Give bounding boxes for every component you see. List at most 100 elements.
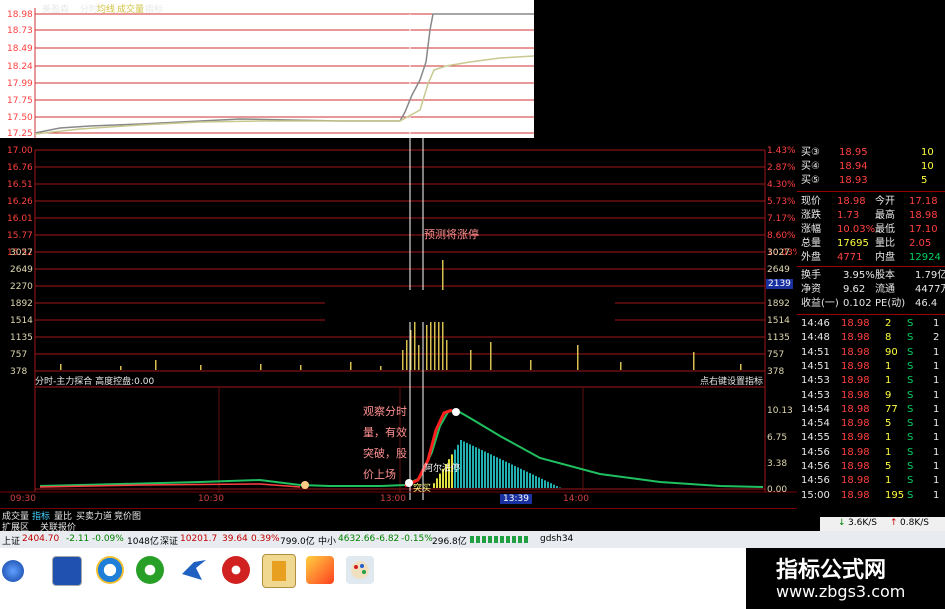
- watermark-url: www.zbgs3.com: [776, 582, 906, 601]
- zx-index-change: -6.82: [376, 534, 400, 544]
- percent-tick: 4.30%: [767, 180, 796, 190]
- volume-tick-right: 1892: [767, 299, 790, 309]
- volume-bar: [470, 350, 472, 370]
- tick-price: 18.98: [841, 461, 870, 472]
- tab-indicator[interactable]: 指标: [145, 2, 163, 15]
- tab-volume[interactable]: 成交量: [117, 2, 144, 15]
- signal-dot: [452, 408, 460, 416]
- volume-tick-right: 757: [767, 350, 785, 360]
- indicator-settings[interactable]: 点右键设置指标: [700, 374, 763, 387]
- price-tick: 18.98: [7, 10, 33, 20]
- sh-index-pct: -0.09%: [92, 534, 124, 544]
- zx-index-value: 4632.66: [338, 534, 376, 544]
- bid-row: 买④ 18.94 10: [797, 160, 945, 173]
- tick-row: 14:56 18.98 1 S 1: [797, 446, 945, 459]
- tick-direction: S: [907, 375, 914, 387]
- swallow-icon: [182, 560, 206, 580]
- sh-index-value: 2404.70: [22, 534, 60, 544]
- stat-value: 10.03%: [837, 224, 876, 235]
- note-line: 突破，股: [363, 447, 407, 460]
- volume-cursor-value: 2139: [766, 279, 793, 289]
- stat-key: 今开: [875, 196, 895, 207]
- tick-count: 1: [933, 318, 940, 329]
- tick-volume: 9: [885, 389, 892, 401]
- stat-key: PE(动): [875, 298, 906, 309]
- indicator-bar: [433, 483, 435, 488]
- indicator-bar: [547, 481, 549, 488]
- tick-price: 18.98: [841, 403, 870, 415]
- percent-tick: 2.87%: [767, 163, 796, 173]
- indicator-bar: [556, 486, 558, 488]
- indicator-bar: [541, 478, 543, 488]
- tick-direction: S: [907, 475, 914, 487]
- volume-bar: [446, 340, 448, 370]
- stat-value: 17695: [837, 238, 869, 249]
- tick-direction: S: [907, 418, 914, 430]
- tick-price: 18.98: [841, 432, 870, 444]
- quote-panel: 买③ 18.95 10 买④ 18.94 10 买⑤ 18.93 5 现价 18.98 今开 17.18…: [797, 136, 945, 511]
- price-tick: 17.25: [7, 129, 33, 139]
- tick-price: 18.98: [841, 332, 870, 344]
- ie-browser-icon[interactable]: [96, 556, 124, 584]
- price-tick: 16.01: [7, 214, 33, 224]
- bid-price: 18.94: [839, 161, 868, 172]
- indicator-bar: [478, 448, 480, 488]
- percent-tick: 7.17%: [767, 214, 796, 224]
- indicator-bar: [544, 480, 546, 488]
- stock-app-icon[interactable]: [262, 554, 296, 588]
- stat-value: 1.79亿: [915, 270, 945, 281]
- panel-separator: [0, 138, 797, 140]
- volume-bar: [402, 350, 404, 370]
- indicator-bar: [514, 465, 516, 488]
- sz-index-change: 39.64: [222, 534, 248, 544]
- divider: [797, 266, 945, 267]
- indicator-tick: 0.00: [767, 485, 788, 495]
- indicator-bar: [475, 447, 477, 488]
- volume-bar: [577, 345, 579, 370]
- signal-label: 阿尔法停: [424, 464, 461, 474]
- indicator-bar: [535, 476, 537, 488]
- sz-index-amount: 799.0亿: [280, 537, 315, 547]
- tick-volume: 195: [885, 489, 905, 501]
- tick-direction: S: [907, 403, 914, 415]
- stat-value: 12924: [909, 252, 941, 263]
- trading-app-icon[interactable]: [306, 556, 334, 584]
- tick-direction: S: [907, 318, 914, 329]
- tab-intraday[interactable]: 分时: [80, 2, 98, 15]
- volume-tick: 378: [10, 367, 28, 377]
- swallow-app-icon[interactable]: [180, 556, 208, 584]
- stat-row: 现价 18.98 今开 17.18: [797, 195, 945, 208]
- tick-price: 18.98: [841, 389, 870, 401]
- tick-row: 14:48 18.98 8 S 2: [797, 331, 945, 344]
- indicator-bar: [484, 451, 486, 488]
- sz-index-pct: 0.39%: [251, 534, 280, 544]
- indicator-bar: [526, 471, 528, 488]
- browser-e-icon[interactable]: [136, 556, 164, 584]
- stat-value: 1.73: [837, 210, 860, 221]
- stat-value: 18.98: [837, 196, 866, 207]
- paint-app-icon[interactable]: [346, 556, 374, 584]
- palette-icon: [351, 561, 369, 579]
- time-label: 10:30: [198, 494, 224, 504]
- volume-bar: [120, 366, 122, 370]
- stat-key: 总量: [801, 238, 821, 249]
- bid-price: 18.95: [839, 147, 868, 158]
- tab-ma[interactable]: 均线: [97, 2, 115, 15]
- stat-value: 4477万: [915, 284, 945, 295]
- indicator-bar: [463, 441, 465, 488]
- stat-key: 净资: [801, 284, 821, 295]
- tick-direction: S: [907, 389, 914, 401]
- tick-count: 1: [933, 475, 940, 487]
- tick-volume: 1: [885, 360, 892, 372]
- tick-price: 18.98: [841, 318, 870, 329]
- start-button-icon[interactable]: [2, 560, 24, 582]
- stat-value: 17.10: [909, 224, 938, 235]
- indicator-tick: 6.75: [767, 433, 788, 443]
- word-icon[interactable]: [52, 556, 82, 586]
- price-tick: 17.00: [7, 146, 33, 156]
- volume-bar: [260, 364, 262, 370]
- volume-tick-right: 378: [767, 367, 785, 377]
- time-label: 09:30: [10, 494, 36, 504]
- media-player-icon[interactable]: [222, 556, 250, 584]
- stat-row: 换手 3.95% 股本 1.79亿: [797, 269, 945, 282]
